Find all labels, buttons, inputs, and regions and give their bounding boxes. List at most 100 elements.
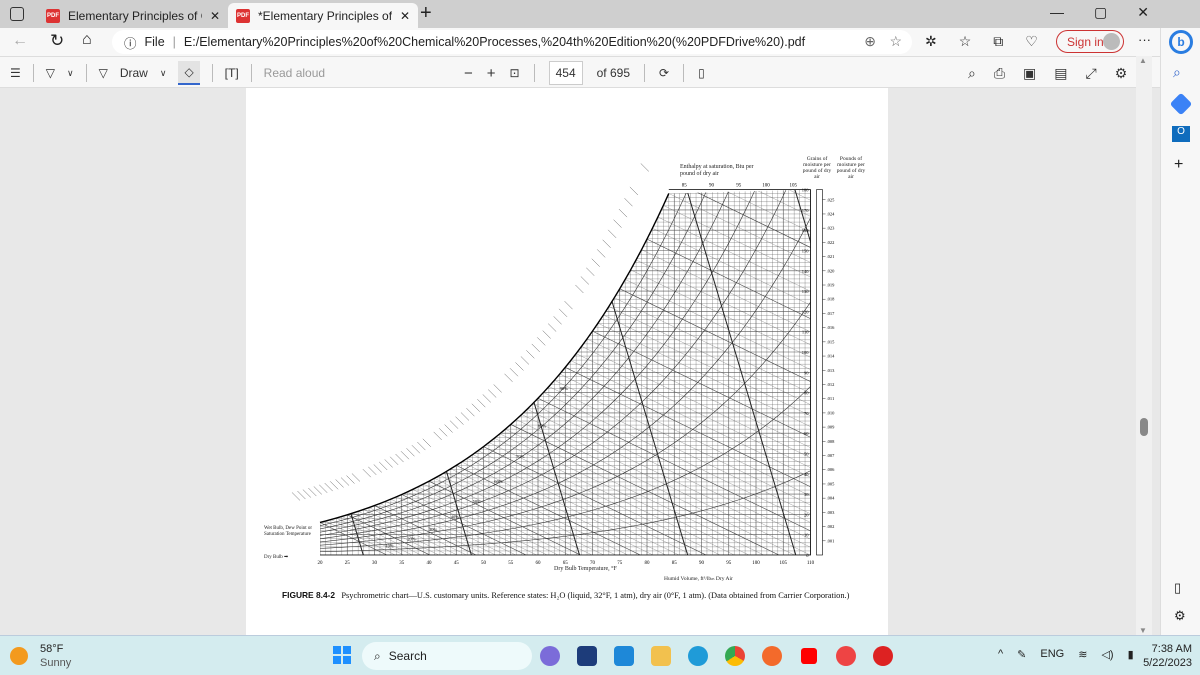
start-icon[interactable]	[333, 646, 351, 664]
teams-icon[interactable]	[540, 646, 560, 666]
settings-icon[interactable]: ⚙	[1174, 608, 1186, 624]
enthalpy-scale-tick	[618, 208, 628, 218]
enthalpy-scale-tick	[362, 469, 371, 478]
back-icon[interactable]: ←	[12, 32, 28, 50]
wifi-icon[interactable]: ≋	[1078, 648, 1087, 661]
contents-icon[interactable]: ☰	[10, 66, 21, 80]
sign-in-button[interactable]: Sign in	[1056, 30, 1124, 53]
refresh-icon[interactable]: ↻	[50, 31, 64, 51]
address-bar[interactable]: ⓘ File | E:/Elementary%20Principles%20of%…	[112, 30, 912, 54]
save-as-icon[interactable]: ▤	[1054, 65, 1067, 82]
grain-tick-label: 40	[804, 472, 809, 477]
chevron-up-icon[interactable]: ^	[998, 648, 1003, 661]
clock[interactable]: 7:38 AM 5/22/2023	[1140, 642, 1192, 670]
new-tab-button[interactable]: +	[420, 2, 432, 25]
collections-icon[interactable]: ⧉	[993, 33, 1003, 50]
shopping-icon[interactable]	[1169, 92, 1193, 116]
scrollbar-thumb[interactable]	[1140, 418, 1148, 436]
store-icon[interactable]	[577, 646, 597, 666]
weather-icon[interactable]	[10, 647, 28, 665]
enthalpy-scale-tick	[400, 451, 410, 460]
enthalpy-scale-tick	[351, 473, 361, 482]
address-row: ← ↻ ⌂ ⓘ File | E:/Elementary%20Principles…	[0, 28, 1200, 56]
search-icon[interactable]: ⌕	[968, 65, 976, 82]
wet-bulb-line	[586, 338, 811, 499]
enthalpy-scale-tick	[395, 453, 404, 463]
app-icon[interactable]	[836, 646, 856, 666]
window-controls[interactable]: —▢✕	[1050, 4, 1179, 21]
humid-volume-line	[361, 189, 472, 555]
fit-icon[interactable]: ⊡	[510, 66, 520, 80]
enthalpy-scale-tick	[373, 464, 382, 473]
battery-icon[interactable]: ▮	[1128, 648, 1134, 661]
language-indicator[interactable]: ENG	[1040, 648, 1064, 661]
settings-icon[interactable]: ⚙	[1115, 65, 1128, 82]
favorites-icon[interactable]: ☆	[959, 33, 972, 50]
search-icon[interactable]: ⌕	[1173, 64, 1181, 81]
add-icon[interactable]: +	[1174, 156, 1183, 174]
tab-1[interactable]: PDF Elementary Principles of Chemica ✕	[38, 3, 228, 28]
save-icon[interactable]: ▣	[1023, 65, 1036, 82]
tab-title: Elementary Principles of Chemica	[68, 8, 202, 23]
edge-icon[interactable]	[688, 646, 708, 666]
close-icon[interactable]: ✕	[210, 9, 220, 23]
pound-tick-label: .013	[827, 368, 836, 373]
enthalpy-scale-tick	[586, 267, 595, 276]
highlight-icon[interactable]: ▽	[46, 66, 55, 80]
draw-button[interactable]: Draw	[120, 66, 148, 80]
home-icon[interactable]: ⌂	[82, 31, 92, 49]
enthalpy-scale-tick	[493, 384, 502, 393]
fullscreen-icon[interactable]: ⤢	[1086, 65, 1097, 82]
rotate-icon[interactable]: ⟳	[659, 66, 669, 80]
firefox-icon[interactable]	[762, 646, 782, 666]
pdf-page: 10% 20% 30% 40% 50% 60% 70% 80% 90% 20 25 30 35 40 45 5…	[246, 88, 888, 635]
weather-widget[interactable]: 58°F Sunny	[40, 642, 71, 670]
read-aloud-button[interactable]: Read aloud	[264, 66, 325, 80]
chrome-icon[interactable]	[725, 646, 745, 666]
grain-tick-label: 120	[802, 309, 810, 314]
outlook-icon[interactable]: O	[1172, 126, 1190, 142]
tab-2[interactable]: PDF *Elementary Principles of Chemic ✕	[228, 3, 418, 28]
zoom-out-button[interactable]: −	[464, 65, 473, 82]
zoom-icon[interactable]: ⊕	[864, 33, 876, 50]
figure-caption: FIGURE 8.4-2 Psychrometric chart—U.S. cu…	[282, 590, 849, 600]
enthalpy-scale-tick	[444, 424, 453, 433]
extensions-icon[interactable]: ✲	[925, 33, 937, 50]
pdf-icon: PDF	[236, 8, 250, 23]
bing-icon[interactable]: b	[1169, 30, 1193, 54]
rh-label: 50%	[473, 499, 482, 504]
x-tick-label: 60	[536, 561, 542, 566]
zoom-in-button[interactable]: +	[487, 65, 496, 82]
sidebar-panel-icon[interactable]: ▯	[1174, 580, 1181, 596]
text-icon[interactable]: [T]	[225, 66, 239, 80]
youtube-icon[interactable]	[801, 648, 817, 664]
favorite-add-icon[interactable]: ☆	[889, 33, 902, 50]
pen-icon[interactable]: ✎	[1017, 648, 1026, 661]
mail-icon[interactable]	[614, 646, 634, 666]
more-menu[interactable]: ···	[1138, 32, 1151, 47]
x-tick-label: 95	[726, 561, 732, 566]
wet-bulb-line	[603, 314, 811, 475]
grains-label: Grains of moisture per pound of dry air	[802, 156, 832, 181]
volume-icon[interactable]: ◁)	[1101, 648, 1113, 661]
enthalpy-scale-tick	[455, 416, 464, 425]
dry-bulb-label: Dry Bulb ➡	[264, 555, 289, 560]
grain-tick-label: 110	[802, 330, 809, 335]
tab-actions-icon[interactable]	[10, 7, 24, 21]
close-icon[interactable]: ✕	[400, 9, 410, 23]
enthalpy-scale-tick	[330, 481, 339, 490]
pdf-icon: PDF	[46, 8, 60, 23]
page-number-input[interactable]: 454	[548, 61, 583, 85]
app-icon-2[interactable]	[873, 646, 893, 666]
print-icon[interactable]: ⎙	[994, 65, 1005, 82]
enthalpy-scale-tick	[313, 486, 322, 495]
health-icon[interactable]: ♡	[1025, 33, 1038, 50]
page-view-icon[interactable]: ▯	[698, 66, 705, 80]
x-tick-label: 110	[807, 561, 815, 566]
file-explorer-icon[interactable]	[651, 646, 671, 666]
pound-tick-label: .022	[827, 240, 835, 245]
scrollbar[interactable]: ▲ ▼	[1136, 56, 1152, 635]
search-box[interactable]: ⌕ Search	[362, 642, 532, 670]
eraser-icon[interactable]: ◇	[178, 61, 200, 85]
x-tick-label: 100	[752, 561, 760, 566]
